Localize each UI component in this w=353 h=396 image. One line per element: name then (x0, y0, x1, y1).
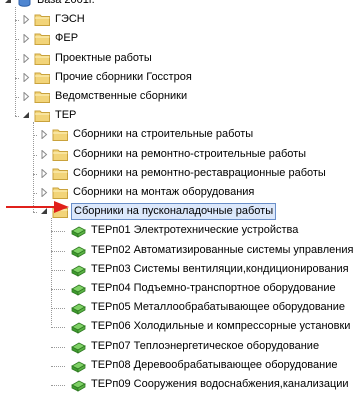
book-icon (70, 299, 87, 316)
tree-node-label: ТЕРп08 Деревообрабатывающее оборудование (91, 358, 338, 371)
tree-node[interactable]: ФЕР (0, 29, 353, 48)
tree-guide-line (51, 231, 65, 233)
folder-icon (52, 146, 69, 163)
folder-icon (52, 184, 69, 201)
tree-node[interactable]: ТЕРп04 Подъемно-транспортное оборудовани… (0, 279, 353, 298)
tree-guide-line (15, 77, 19, 79)
database-icon (16, 0, 33, 9)
tree-guide-line (15, 20, 19, 22)
tree-node-label: ТЕРп07 Теплоэнергетическое оборудование (91, 339, 320, 352)
expand-arrow-icon[interactable] (22, 14, 31, 25)
folder-icon (34, 30, 51, 47)
tree-node-label: Сборники на монтаж оборудования (73, 186, 255, 198)
tree-node[interactable]: ТЕРп05 Металлообрабатывающее оборудовани… (0, 298, 353, 317)
tree-node-label: Сборники на ремонтно-реставрационные раб… (73, 166, 326, 179)
tree-guide-line (15, 58, 19, 60)
folder-icon (34, 11, 51, 28)
book-icon (70, 222, 87, 239)
tree-guide-line (51, 250, 65, 252)
red-arrow-icon (6, 201, 69, 213)
book-icon (70, 280, 87, 297)
tree-node[interactable]: ТЕРп07 Теплоэнергетическое оборудование (0, 337, 353, 356)
tree-guide-line (15, 116, 19, 118)
expand-arrow-icon[interactable] (22, 33, 31, 45)
expand-arrow-icon[interactable] (22, 52, 31, 64)
tree-node-label: ТЕРп02 Автоматизированные системы управл… (91, 243, 353, 256)
book-icon (70, 376, 87, 393)
tree-node-label: Проектные работы (55, 51, 152, 64)
folder-icon (34, 69, 51, 86)
tree-node[interactable]: ГЭСН (0, 10, 353, 29)
tree-guide-line (51, 365, 65, 367)
tree-node[interactable]: ТЕРп08 Деревообрабатывающее оборудование (0, 356, 353, 375)
tree-node-label: Прочие сборники Госстроя (55, 70, 192, 83)
expand-arrow-icon[interactable] (40, 148, 49, 160)
book-icon (70, 261, 87, 278)
tree-guide-line (15, 97, 19, 98)
tree-node[interactable]: ТЕРп09 Сооружения водоснабжения,канализа… (0, 375, 353, 394)
folder-icon (52, 165, 69, 182)
expand-arrow-icon[interactable] (40, 129, 49, 141)
tree-node[interactable]: Проектные работы (0, 49, 353, 68)
tree-node[interactable]: Сборники на ремонтно-реставрационные раб… (0, 164, 353, 183)
tree-node[interactable]: ТЕР (0, 106, 353, 125)
tree-node-label: Ведомственные сборники (55, 90, 188, 102)
tree-node-label: ТЕРп05 Металлообрабатывающее оборудовани… (91, 301, 345, 314)
tree-node-label: ТЕРп06 Холодильные и компрессорные устан… (91, 320, 351, 333)
tree-guide-line (51, 289, 65, 290)
tree-guide-line (51, 269, 65, 271)
tree-guide-line (33, 193, 37, 194)
tree-node[interactable]: ТЕРп01 Электротехнические устройства (0, 221, 353, 240)
tree-node-label: ГЭСН (55, 13, 85, 26)
tree-node[interactable]: Сборники на ремонтно-строительные работы (0, 145, 353, 164)
tree-node-label: ТЕРп09 Сооружения водоснабжения,канализа… (91, 378, 349, 390)
tree-node[interactable]: Сборники на монтаж оборудования (0, 183, 353, 202)
tree-node-label: База 2001г. (37, 0, 95, 6)
tree-node[interactable]: Ведомственные сборники (0, 87, 353, 106)
collapse-arrow-icon[interactable] (4, 0, 13, 5)
book-icon (70, 357, 87, 374)
expand-arrow-icon[interactable] (22, 91, 31, 102)
folder-icon (34, 50, 51, 67)
tree-guide-line (51, 385, 65, 386)
expand-arrow-icon[interactable] (40, 187, 49, 198)
tree-node-label: ТЕРп04 Подъемно-транспортное оборудовани… (91, 282, 336, 294)
tree-view[interactable]: База 2001г. ГЭСН ФЕР Проектные работы Пр… (0, 0, 353, 392)
tree-node-label: ТЕРп01 Электротехнические устройства (91, 224, 299, 237)
book-icon (70, 242, 87, 259)
book-icon (70, 318, 87, 335)
expand-arrow-icon[interactable] (40, 168, 49, 179)
tree-node-label: Сборники на строительные работы (73, 128, 254, 141)
tree-node-label-selected: Сборники на пусконаладочные работы (71, 203, 277, 221)
collapse-arrow-icon[interactable] (22, 111, 31, 120)
tree-node-label: Сборники на ремонтно-строительные работы (73, 147, 307, 160)
tree-guide-line (51, 346, 65, 348)
tree-guide-line (33, 154, 37, 156)
tree-node[interactable]: Сборники на строительные работы (0, 125, 353, 144)
tree-root-node[interactable]: База 2001г. (0, 0, 353, 10)
tree-node-label: ТЕРп03 Системы вентиляции,кондиционирова… (91, 262, 349, 275)
tree-node[interactable]: ТЕРп06 Холодильные и компрессорные устан… (0, 317, 353, 336)
tree-guide-line (15, 39, 19, 41)
folder-icon (52, 126, 69, 143)
tree-node-label: ТЕР (55, 109, 77, 122)
tree-node[interactable]: Прочие сборники Госстроя (0, 68, 353, 87)
tree-node[interactable]: ТЕРп02 Автоматизированные системы управл… (0, 241, 353, 260)
folder-icon (34, 107, 51, 124)
tree-guide-line (33, 173, 37, 175)
tree-node-label: ФЕР (55, 32, 79, 45)
tree-guide-line (33, 135, 37, 137)
tree-node[interactable]: ТЕРп03 Системы вентиляции,кондиционирова… (0, 260, 353, 279)
tree-guide-line (51, 308, 65, 310)
expand-arrow-icon[interactable] (22, 72, 31, 83)
folder-icon (34, 88, 51, 105)
book-icon (70, 338, 87, 355)
tree-guide-line (51, 327, 65, 329)
